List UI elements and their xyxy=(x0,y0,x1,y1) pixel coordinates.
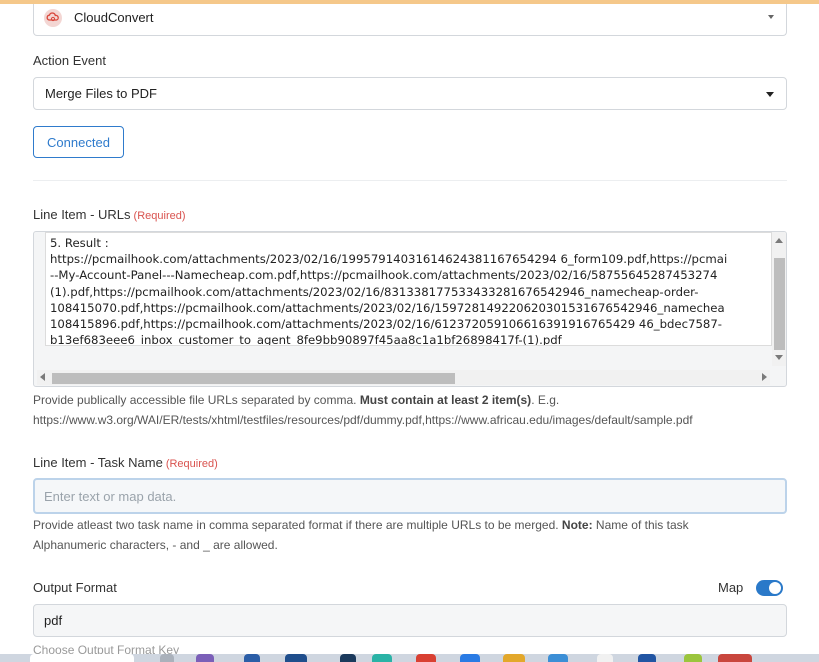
task-name-help-text: Provide atleast two task name in comma s… xyxy=(33,516,793,555)
action-event-select[interactable]: Merge Files to PDF xyxy=(33,77,787,110)
urls-textarea[interactable]: 5. Result : https://pcmailhook.com/attac… xyxy=(45,232,772,346)
help-suffix: Name of this task xyxy=(592,518,689,532)
help-suffix: . E.g. xyxy=(531,393,560,407)
urls-label-text: Line Item - URLs xyxy=(33,207,131,222)
taskbar-search-box[interactable] xyxy=(30,654,134,662)
help-bold: Note: xyxy=(561,518,593,532)
output-format-value: pdf xyxy=(44,613,63,628)
output-format-field[interactable]: pdf xyxy=(33,604,787,637)
urls-field: 5. Result : https://pcmailhook.com/attac… xyxy=(33,231,787,387)
taskbar-app-icon[interactable] xyxy=(548,654,568,662)
task-name-input[interactable] xyxy=(33,478,787,514)
taskbar-app-icon[interactable] xyxy=(160,654,174,662)
taskbar-app-icon[interactable] xyxy=(638,654,656,662)
toggle-knob xyxy=(769,582,781,594)
horizontal-scrollbar[interactable] xyxy=(37,370,770,385)
taskbar xyxy=(0,654,819,662)
required-marker: (Required) xyxy=(165,458,218,470)
help-bold: Must contain at least 2 item(s) xyxy=(359,393,532,407)
app-select-label: CloudConvert xyxy=(74,10,154,25)
taskbar-app-icon[interactable] xyxy=(340,654,356,662)
map-label: Map xyxy=(718,580,744,595)
scroll-right-arrow-icon[interactable] xyxy=(762,373,767,381)
taskbar-app-icon[interactable] xyxy=(684,654,702,662)
taskbar-app-icon[interactable] xyxy=(416,654,436,662)
urls-help-line: Provide publically accessible file URLs … xyxy=(33,391,793,411)
taskbar-app-icon[interactable] xyxy=(597,654,613,662)
help-prefix: Provide atleast two task name in comma s… xyxy=(33,518,562,532)
section-divider xyxy=(33,180,787,181)
cloudconvert-icon xyxy=(44,8,62,27)
action-config-panel: CloudConvert Action Event Merge Files to… xyxy=(0,4,819,654)
task-help-line: Provide atleast two task name in comma s… xyxy=(33,516,793,536)
taskbar-app-icon[interactable] xyxy=(460,654,480,662)
urls-help-text: Provide publically accessible file URLs … xyxy=(33,391,793,430)
connected-button[interactable]: Connected xyxy=(33,126,124,158)
task-help-line-2: Alphanumeric characters, - and _ are all… xyxy=(33,537,278,552)
taskbar-app-icon[interactable] xyxy=(196,654,214,662)
scroll-down-arrow-icon[interactable] xyxy=(775,355,783,360)
next-field-label-partial: Choose Output Format Key xyxy=(33,643,180,654)
required-marker: (Required) xyxy=(133,210,186,222)
map-toggle[interactable] xyxy=(756,580,783,596)
scroll-thumb[interactable] xyxy=(774,258,785,350)
taskbar-app-icon[interactable] xyxy=(503,654,525,662)
task-name-label-text: Line Item - Task Name xyxy=(33,455,163,470)
output-format-label: Output Format xyxy=(33,580,117,595)
taskbar-app-icon[interactable] xyxy=(372,654,392,662)
app-select[interactable]: CloudConvert xyxy=(33,4,787,36)
vertical-scrollbar[interactable] xyxy=(772,232,786,366)
task-name-field-label: Line Item - Task Name (Required) xyxy=(33,455,218,470)
cloudconvert-logo-shape xyxy=(46,11,59,21)
scroll-thumb[interactable] xyxy=(52,373,455,384)
action-event-label: Action Event xyxy=(33,53,106,68)
urls-help-example: https://www.w3.org/WAI/ER/tests/xhtml/te… xyxy=(33,412,693,427)
action-event-value: Merge Files to PDF xyxy=(45,86,157,101)
taskbar-app-icon[interactable] xyxy=(718,654,752,662)
taskbar-app-icon[interactable] xyxy=(244,654,260,662)
help-prefix: Provide publically accessible file URLs … xyxy=(33,393,360,407)
caret-down-icon[interactable] xyxy=(766,92,774,97)
scroll-up-arrow-icon[interactable] xyxy=(775,238,783,243)
taskbar-app-icon[interactable] xyxy=(285,654,307,662)
chevron-down-icon[interactable] xyxy=(768,15,774,19)
urls-field-label: Line Item - URLs (Required) xyxy=(33,207,186,222)
scroll-left-arrow-icon[interactable] xyxy=(40,373,45,381)
